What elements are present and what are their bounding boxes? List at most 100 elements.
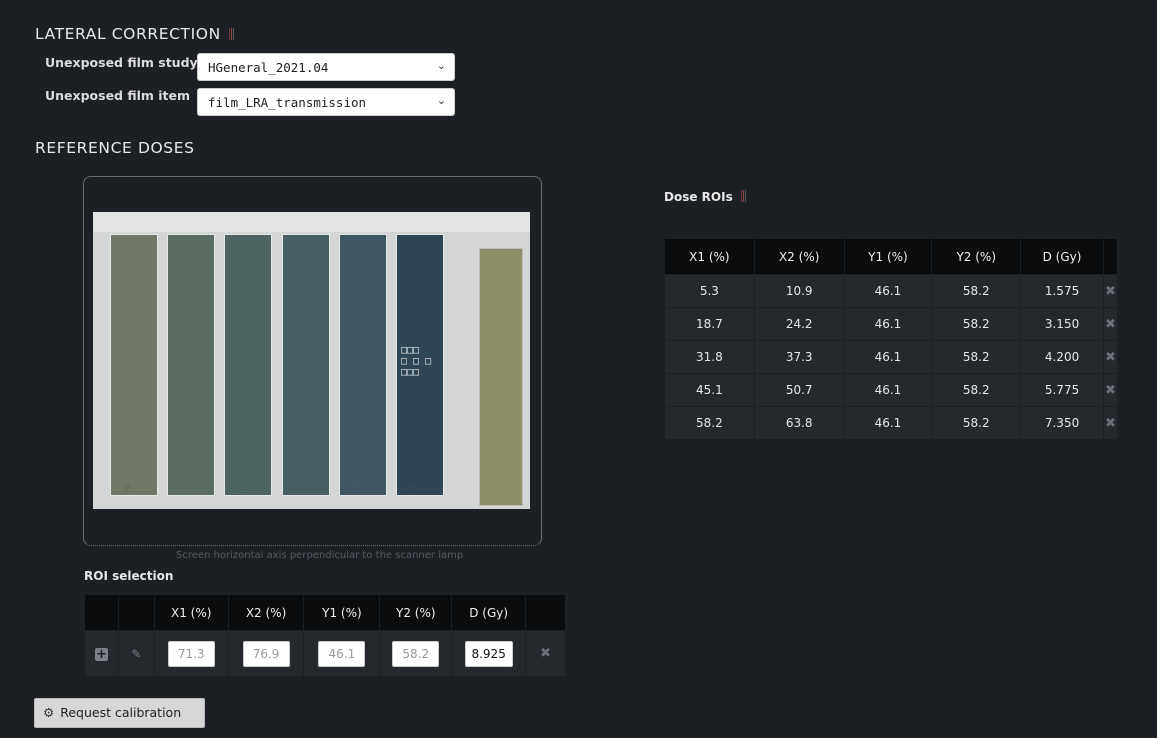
- delete-cell: ✖: [525, 630, 566, 677]
- pencil-icon[interactable]: ✎: [131, 647, 141, 661]
- item-value: film_LRA_transmission: [208, 95, 367, 110]
- table-header-row: X1 (%) X2 (%) Y1 (%) Y2 (%) D (Gy): [664, 238, 1119, 275]
- add-cell: +: [84, 630, 119, 677]
- roi-selection-row: + ✎ 71.3 76.9 46.1 58.2 8.925 ✖: [84, 630, 566, 677]
- column-header-actions: [1102, 238, 1119, 275]
- table-row: 31.8 37.3 46.1 58.2 4.200 ✖: [664, 340, 1119, 374]
- delete-cell: ✖: [1102, 274, 1119, 308]
- x1-input[interactable]: 71.3: [167, 640, 215, 667]
- column-header-dose: D (Gy): [451, 594, 527, 631]
- dose-cell: 8.925: [451, 630, 527, 677]
- column-header-x2: X2 (%): [227, 594, 305, 631]
- film-strip: □: [167, 234, 215, 496]
- dose-input[interactable]: 8.925: [464, 640, 513, 667]
- app-window: LATERAL CORRECTION Unexposed film study …: [0, 0, 1157, 738]
- roi-selection-handles[interactable]: □□□ □ □ □ □□□: [401, 345, 431, 378]
- x1-cell: 71.3: [153, 630, 229, 677]
- strip-mark: □: [182, 483, 187, 491]
- column-header-x1: X1 (%): [153, 594, 229, 631]
- delete-cell: ✖: [1102, 373, 1119, 407]
- request-calibration-label: Request calibration: [60, 705, 182, 720]
- delete-cell: ✖: [1102, 340, 1119, 374]
- item-select[interactable]: film_LRA_transmission ⌄: [197, 88, 455, 116]
- cell-dose: 7.350: [1020, 406, 1104, 440]
- column-header-dose: D (Gy): [1020, 238, 1104, 275]
- lateral-correction-heading: LATERAL CORRECTION: [35, 25, 235, 43]
- cell-y2: 58.2: [931, 274, 1022, 308]
- column-header-edit: [117, 594, 155, 631]
- strip-mark: □: [239, 483, 244, 491]
- chevron-down-icon: ⌄: [436, 94, 446, 107]
- table-header-row: X1 (%) X2 (%) Y1 (%) Y2 (%) D (Gy): [84, 594, 566, 631]
- cell-y1: 46.1: [843, 274, 933, 308]
- close-icon[interactable]: ✖: [540, 646, 551, 661]
- close-icon[interactable]: ✖: [1105, 383, 1116, 398]
- cell-x1: 18.7: [664, 307, 755, 341]
- study-label: Unexposed film study: [45, 55, 198, 70]
- table-row: 45.1 50.7 46.1 58.2 5.775 ✖: [664, 373, 1119, 407]
- column-header-y2: Y2 (%): [931, 238, 1022, 275]
- cell-y2: 58.2: [931, 307, 1022, 341]
- column-header-y2: Y2 (%): [379, 594, 453, 631]
- cell-x2: 50.7: [753, 373, 845, 407]
- x2-cell: 76.9: [227, 630, 305, 677]
- request-calibration-button[interactable]: ⚙ Request calibration: [34, 698, 205, 728]
- table-row: 5.3 10.9 46.1 58.2 1.575 ✖: [664, 274, 1119, 308]
- scan-top-margin: [93, 212, 530, 232]
- film-strip: □: [282, 234, 330, 496]
- cell-dose: 3.150: [1020, 307, 1104, 341]
- roi-selection-title: ROI selection: [84, 569, 174, 583]
- strip-mark: □: [297, 483, 302, 491]
- close-icon[interactable]: ✖: [1105, 350, 1116, 365]
- strip-mark: □: [354, 483, 359, 491]
- y1-input[interactable]: 46.1: [318, 640, 366, 667]
- column-header-actions: [525, 594, 566, 631]
- y2-input[interactable]: 58.2: [392, 640, 440, 667]
- film-scan-image[interactable]: □ □ □ □ □ □ □□□ □ □ □ □□□: [93, 212, 530, 509]
- cell-x1: 31.8: [664, 340, 755, 374]
- close-icon[interactable]: ✖: [1105, 317, 1116, 332]
- column-header-x2: X2 (%): [753, 238, 845, 275]
- y2-cell: 58.2: [379, 630, 453, 677]
- strip-mark: □: [125, 483, 130, 491]
- cell-x2: 10.9: [753, 274, 845, 308]
- dose-rois-title: Dose ROIs: [664, 190, 733, 204]
- lateral-correction-title: LATERAL CORRECTION: [35, 25, 221, 43]
- dose-rois-heading: Dose ROIs: [664, 190, 747, 204]
- cell-y2: 58.2: [931, 406, 1022, 440]
- delete-cell: ✖: [1102, 307, 1119, 341]
- film-strip: □: [224, 234, 272, 496]
- viewer-caption: Screen horizontal axis perpendicular to …: [176, 550, 464, 561]
- study-select[interactable]: HGeneral_2021.04 ⌄: [197, 53, 455, 81]
- cell-x2: 63.8: [753, 406, 845, 440]
- cell-x2: 37.3: [753, 340, 845, 374]
- cell-dose: 5.775: [1020, 373, 1104, 407]
- column-header-y1: Y1 (%): [303, 594, 381, 631]
- cell-x1: 45.1: [664, 373, 755, 407]
- cell-y2: 58.2: [931, 373, 1022, 407]
- cell-y1: 46.1: [843, 373, 933, 407]
- x2-input[interactable]: 76.9: [242, 640, 290, 667]
- dose-rois-table: X1 (%) X2 (%) Y1 (%) Y2 (%) D (Gy) 5.3 10…: [664, 238, 1119, 440]
- cell-y2: 58.2: [931, 340, 1022, 374]
- reference-film-strip: [479, 248, 523, 506]
- bars-icon: [740, 190, 747, 202]
- cell-x1: 5.3: [664, 274, 755, 308]
- column-header-add: [84, 594, 119, 631]
- cell-dose: 1.575: [1020, 274, 1104, 308]
- close-icon[interactable]: ✖: [1105, 416, 1116, 431]
- gear-icon: ⚙: [43, 705, 55, 720]
- cell-dose: 4.200: [1020, 340, 1104, 374]
- column-header-x1: X1 (%): [664, 238, 755, 275]
- item-label: Unexposed film item: [45, 88, 191, 103]
- close-icon[interactable]: ✖: [1105, 284, 1116, 299]
- dose-rois-body: 5.3 10.9 46.1 58.2 1.575 ✖ 18.7 24.2 46.1 58.2 3.1…: [664, 274, 1119, 440]
- film-strip: □: [110, 234, 158, 496]
- table-row: 58.2 63.8 46.1 58.2 7.350 ✖: [664, 406, 1119, 440]
- column-header-y1: Y1 (%): [843, 238, 933, 275]
- film-strip: □: [339, 234, 387, 496]
- add-roi-icon[interactable]: +: [94, 647, 108, 661]
- cell-y1: 46.1: [843, 406, 933, 440]
- cell-x2: 24.2: [753, 307, 845, 341]
- edit-cell: ✎: [117, 630, 155, 677]
